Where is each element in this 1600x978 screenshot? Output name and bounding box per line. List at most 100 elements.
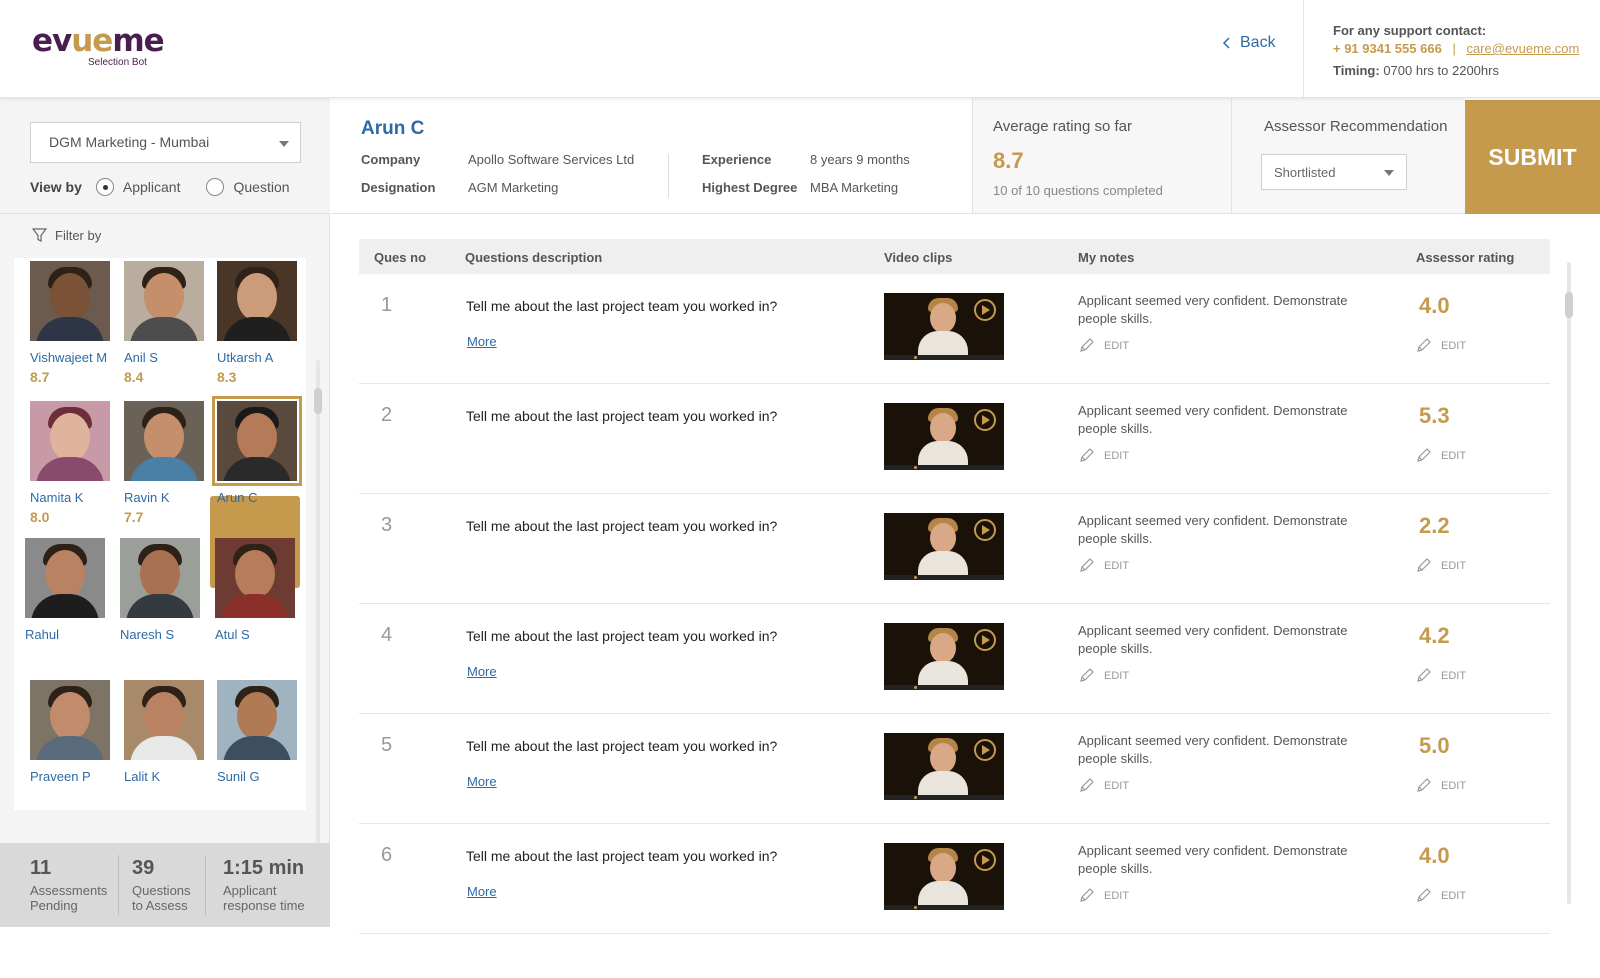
applicant-name: Naresh S [120, 627, 175, 642]
more-link[interactable]: More [467, 884, 497, 899]
timing-label: Timing: [1333, 63, 1380, 78]
video-clip-thumbnail[interactable] [884, 843, 1004, 910]
table-row: 1 Tell me about the last project team you… [359, 274, 1550, 384]
assessor-note: Applicant seemed very confident. Demonst… [1078, 293, 1348, 326]
back-button[interactable]: Back [1222, 34, 1276, 52]
play-icon[interactable] [974, 299, 996, 321]
designation-label: Designation [361, 180, 436, 195]
table-scrollbar[interactable] [1567, 262, 1571, 904]
submit-button[interactable]: SUBMIT [1465, 100, 1600, 214]
applicant-score: 8.4 [124, 369, 144, 385]
edit-rating-button[interactable]: EDIT [1415, 777, 1466, 794]
edit-rating-button[interactable]: EDIT [1415, 667, 1466, 684]
table-scroll-thumb[interactable] [1565, 292, 1573, 318]
video-clip-thumbnail[interactable] [884, 403, 1004, 470]
radio-applicant-label[interactable]: Applicant [123, 179, 181, 195]
filter-by-button[interactable]: Filter by [32, 228, 101, 243]
applicant-card[interactable]: Anil S 8.4 [124, 261, 204, 385]
radio-question-label[interactable]: Question [233, 179, 289, 195]
question-number: 6 [381, 844, 393, 866]
play-icon[interactable] [974, 849, 996, 871]
edit-note-button[interactable]: EDIT [1078, 447, 1129, 464]
video-clip-thumbnail[interactable] [884, 623, 1004, 690]
more-link[interactable]: More [467, 774, 497, 789]
applicant-photo [124, 680, 204, 760]
app-header: evueme Selection Bot Back For any suppor… [0, 0, 1600, 98]
applicant-name: Ravin K [124, 490, 170, 505]
experience-value: 8 years 9 months [810, 152, 910, 167]
edit-label: EDIT [1104, 559, 1130, 572]
sidebar-scroll-thumb[interactable] [314, 388, 322, 414]
job-select[interactable]: DGM Marketing - Mumbai [30, 122, 301, 163]
edit-label: EDIT [1441, 339, 1467, 352]
applicant-card[interactable]: Utkarsh A 8.3 [217, 261, 297, 385]
video-clip-thumbnail[interactable] [884, 293, 1004, 360]
applicant-card[interactable]: Lalit K [124, 680, 204, 784]
pencil-icon [1417, 558, 1431, 572]
edit-rating-button[interactable]: EDIT [1415, 447, 1466, 464]
view-by-group: View by Applicant Question [30, 178, 316, 196]
pencil-icon [1080, 448, 1094, 462]
sidebar-scrollbar[interactable] [316, 360, 320, 906]
applicant-card[interactable]: Namita K 8.0 [30, 401, 110, 525]
average-rating-panel: Average rating so far 8.7 10 of 10 quest… [972, 98, 1231, 214]
applicant-card[interactable]: Atul S [215, 538, 295, 642]
applicant-photo [212, 396, 302, 486]
edit-rating-button[interactable]: EDIT [1415, 557, 1466, 574]
average-rating-progress: 10 of 10 questions completed [993, 183, 1163, 198]
designation-value: AGM Marketing [468, 180, 559, 195]
stat-assessments-pending: 11 Assessments Pending [30, 857, 107, 913]
edit-note-button[interactable]: EDIT [1078, 337, 1129, 354]
applicant-card[interactable]: Rahul [25, 538, 105, 642]
assessor-note: Applicant seemed very confident. Demonst… [1078, 623, 1348, 656]
stat-number: 39 [132, 857, 155, 879]
applicant-name: Atul S [215, 627, 250, 642]
play-icon[interactable] [974, 629, 996, 651]
question-text: Tell me about the last project team you … [466, 628, 778, 644]
applicant-card[interactable]: Praveen P [30, 680, 110, 784]
edit-note-button[interactable]: EDIT [1078, 887, 1129, 904]
play-icon[interactable] [974, 409, 996, 431]
applicant-card[interactable]: Vishwajeet M 8.7 [30, 261, 110, 385]
video-clip-thumbnail[interactable] [884, 733, 1004, 800]
more-link[interactable]: More [467, 664, 497, 679]
company-value: Apollo Software Services Ltd [468, 152, 635, 167]
video-clip-thumbnail[interactable] [884, 513, 1004, 580]
recommendation-select[interactable]: Shortlisted [1261, 154, 1407, 190]
company-label: Company [361, 152, 421, 167]
applicant-name: Lalit K [124, 769, 161, 784]
table-header: Ques no Questions description Video clip… [359, 239, 1550, 274]
table-row: 4 Tell me about the last project team you… [359, 604, 1550, 714]
sidebar-controls: DGM Marketing - Mumbai View by Applicant… [0, 98, 330, 214]
assessor-rating: 5.0 [1419, 733, 1450, 758]
pencil-icon [1417, 448, 1431, 462]
applicant-card[interactable]: Ravin K 7.7 [124, 401, 204, 525]
applicant-card[interactable]: Sunil G [217, 680, 297, 784]
table-row: 3 Tell me about the last project team you… [359, 494, 1550, 604]
applicant-score: 8.3 [217, 369, 237, 385]
support-email-link[interactable]: care@evueme.com [1466, 41, 1579, 56]
col-rating: Assessor rating [1416, 250, 1515, 265]
edit-rating-button[interactable]: EDIT [1415, 337, 1466, 354]
evueme-logo[interactable]: evueme Selection Bot [32, 26, 165, 72]
edit-note-button[interactable]: EDIT [1078, 667, 1129, 684]
applicant-card-selected[interactable]: Arun C [212, 396, 302, 505]
question-text: Tell me about the last project team you … [466, 518, 778, 534]
edit-note-button[interactable]: EDIT [1078, 777, 1129, 794]
edit-rating-button[interactable]: EDIT [1415, 887, 1466, 904]
play-icon[interactable] [974, 739, 996, 761]
play-icon[interactable] [974, 519, 996, 541]
candidate-name: Arun C [361, 118, 425, 139]
support-phone[interactable]: + 91 9341 555 666 [1333, 41, 1442, 56]
assessor-rating: 2.2 [1419, 513, 1450, 538]
radio-question[interactable] [206, 178, 225, 196]
more-link[interactable]: More [467, 334, 497, 349]
applicant-card[interactable]: Naresh S [120, 538, 200, 642]
applicant-name: Rahul [25, 627, 59, 642]
caret-down-icon [279, 141, 289, 147]
radio-applicant[interactable] [95, 178, 114, 196]
edit-note-button[interactable]: EDIT [1078, 557, 1129, 574]
applicant-photo [30, 680, 110, 760]
applicant-photo [217, 261, 297, 341]
stat-divider [118, 855, 119, 915]
